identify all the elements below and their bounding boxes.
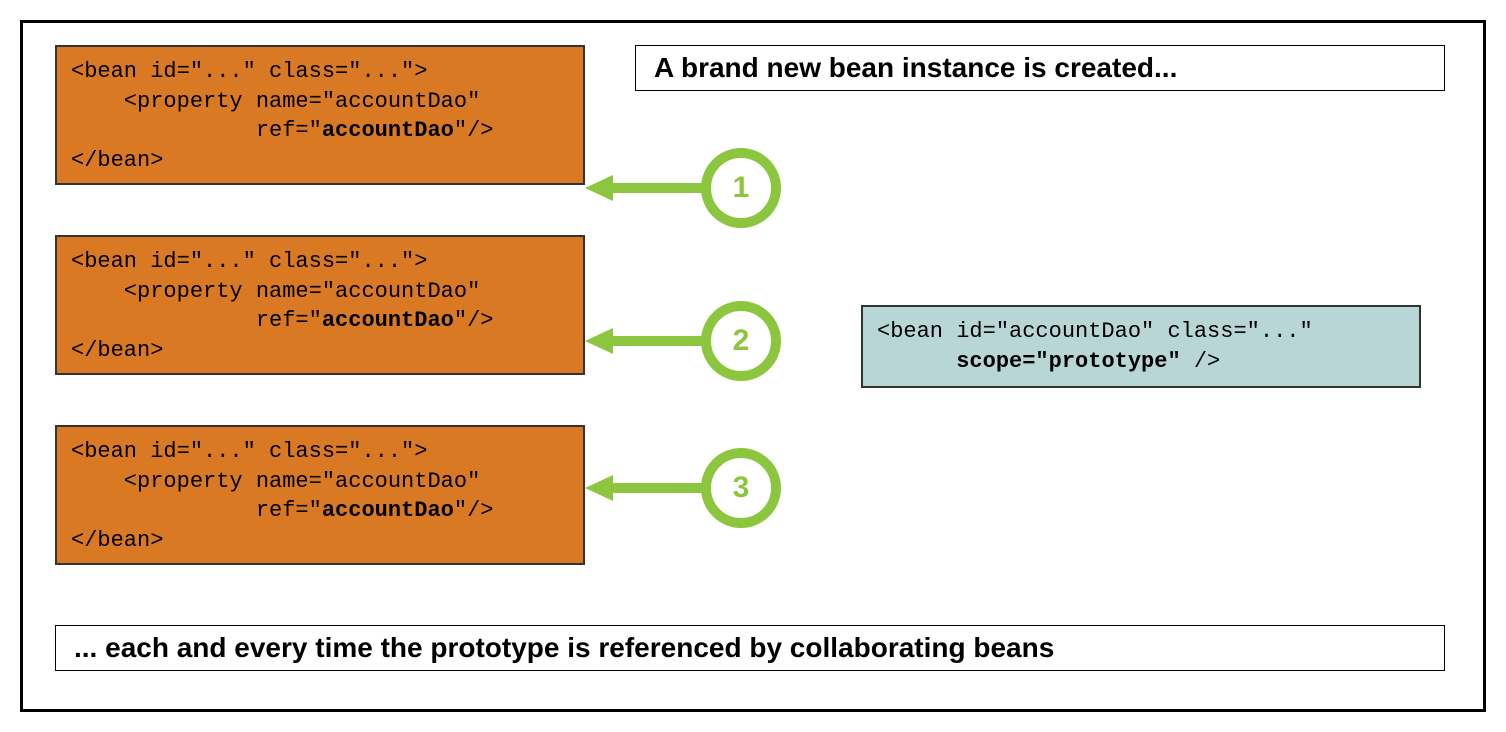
code-line: <property name="accountDao" [71, 469, 480, 494]
title-top: A brand new bean instance is created... [635, 45, 1445, 91]
circle-1: 1 [701, 148, 781, 228]
code-line [877, 349, 956, 374]
title-top-text: A brand new bean instance is created... [654, 52, 1177, 83]
arrow-2 [585, 326, 705, 356]
arrow-3 [585, 473, 705, 503]
code-ref-bold: accountDao [322, 308, 454, 333]
code-line: </bean> [71, 148, 163, 173]
diagram-frame: A brand new bean instance is created... … [20, 20, 1486, 712]
code-line: ref=" [71, 498, 322, 523]
code-line: "/> [454, 498, 494, 523]
code-scope-bold: scope="prototype" [956, 349, 1180, 374]
code-line: <bean id="accountDao" class="..." [877, 319, 1313, 344]
circle-3: 3 [701, 448, 781, 528]
title-bottom-text: ... each and every time the prototype is… [74, 632, 1054, 663]
code-line: /> [1181, 349, 1221, 374]
code-ref-bold: accountDao [322, 498, 454, 523]
code-line: <property name="accountDao" [71, 279, 480, 304]
bean-box-1: <bean id="..." class="..."> <property na… [55, 45, 585, 185]
code-ref-bold: accountDao [322, 118, 454, 143]
code-line: "/> [454, 118, 494, 143]
prototype-box: <bean id="accountDao" class="..." scope=… [861, 305, 1421, 388]
title-bottom: ... each and every time the prototype is… [55, 625, 1445, 671]
arrow-1 [585, 173, 705, 203]
circle-number: 3 [733, 471, 750, 505]
bean-box-3: <bean id="..." class="..."> <property na… [55, 425, 585, 565]
code-line: ref=" [71, 308, 322, 333]
code-line: <bean id="..." class="..."> [71, 249, 427, 274]
circle-2: 2 [701, 301, 781, 381]
code-line: </bean> [71, 528, 163, 553]
bean-box-2: <bean id="..." class="..."> <property na… [55, 235, 585, 375]
code-line: </bean> [71, 338, 163, 363]
code-line: <bean id="..." class="..."> [71, 439, 427, 464]
code-line: "/> [454, 308, 494, 333]
circle-number: 2 [733, 324, 750, 358]
code-line: ref=" [71, 118, 322, 143]
code-line: <bean id="..." class="..."> [71, 59, 427, 84]
circle-number: 1 [733, 171, 750, 205]
code-line: <property name="accountDao" [71, 89, 480, 114]
